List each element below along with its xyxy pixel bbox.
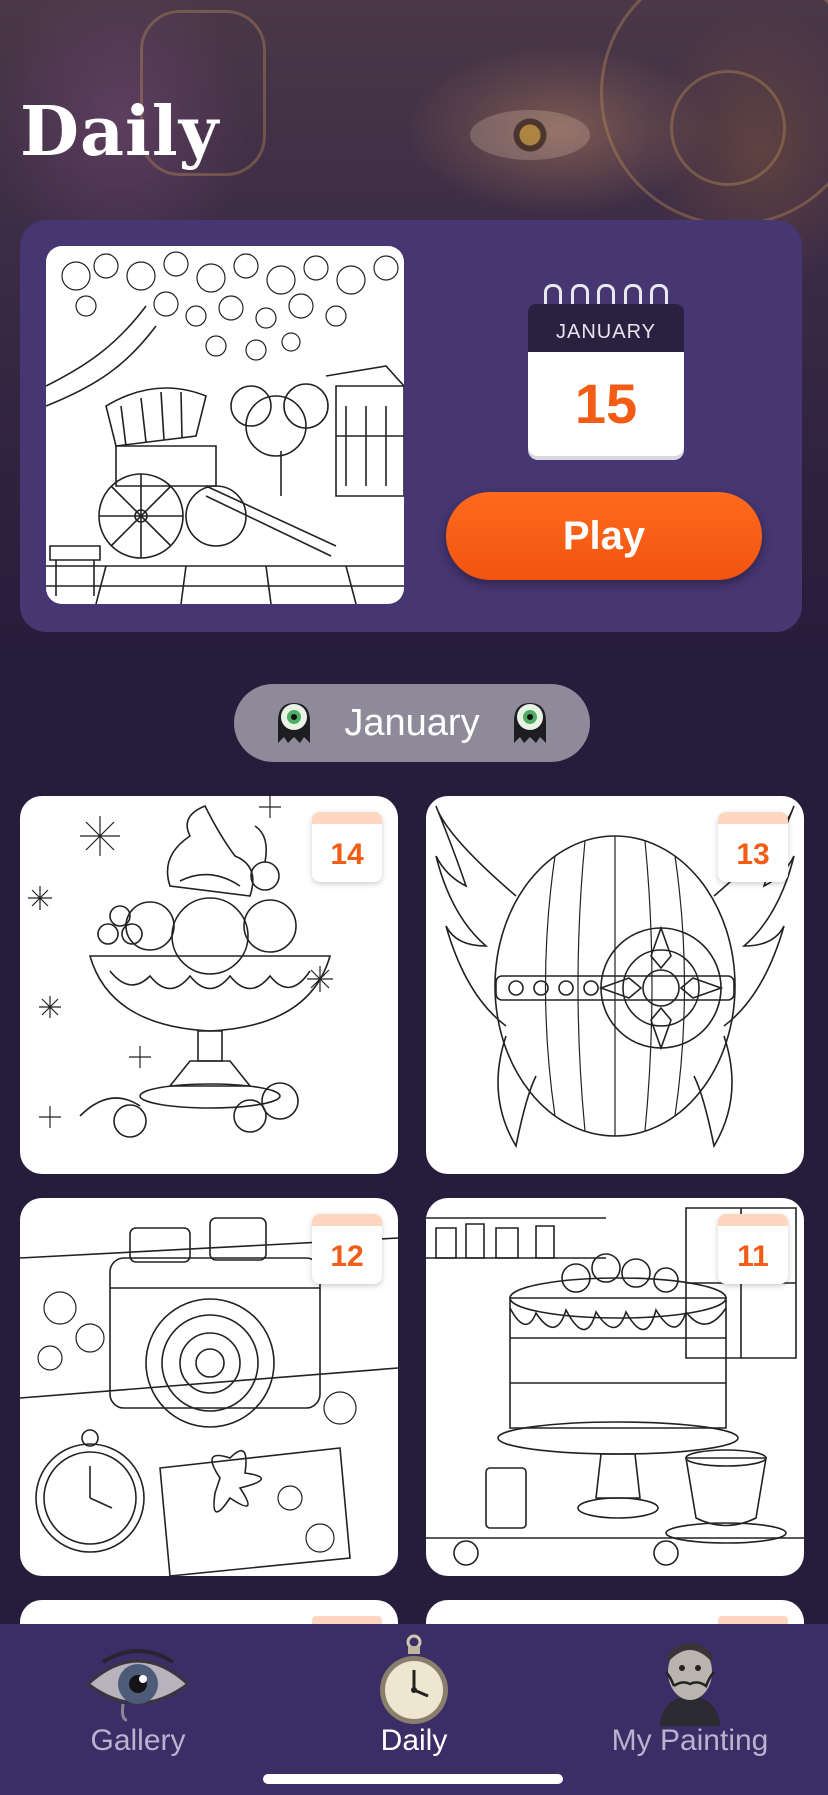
date-badge: 13 bbox=[718, 812, 788, 882]
tab-my-painting[interactable]: My Painting bbox=[552, 1624, 828, 1795]
eyeball-icon bbox=[274, 699, 314, 747]
eye-icon bbox=[83, 1642, 193, 1727]
portrait-icon bbox=[652, 1636, 728, 1731]
pocket-watch-icon bbox=[374, 1634, 454, 1731]
date-badge: 12 bbox=[312, 1214, 382, 1284]
daily-tile-11[interactable]: 11 bbox=[426, 1198, 804, 1576]
calendar-month: JANUARY bbox=[528, 304, 684, 352]
daily-tile-13[interactable]: 13 bbox=[426, 796, 804, 1174]
tab-label: My Painting bbox=[611, 1724, 769, 1757]
page-title: Daily bbox=[20, 92, 220, 172]
tab-label: Daily bbox=[380, 1724, 448, 1757]
bottom-tab-bar: Gallery Daily My Painting bbox=[0, 1624, 828, 1795]
eyeball-icon bbox=[510, 699, 550, 747]
tab-daily[interactable]: Daily bbox=[276, 1624, 552, 1795]
daily-tile-12[interactable]: 12 bbox=[20, 1198, 398, 1576]
month-selector[interactable]: January bbox=[234, 684, 590, 762]
calendar-day: 15 bbox=[528, 352, 684, 456]
home-indicator bbox=[263, 1774, 563, 1784]
calendar-widget: JANUARY 15 bbox=[528, 284, 684, 458]
tab-gallery[interactable]: Gallery bbox=[0, 1624, 276, 1795]
month-label: January bbox=[344, 701, 480, 744]
featured-card: JANUARY 15 Play bbox=[20, 220, 802, 632]
play-button[interactable]: Play bbox=[446, 492, 762, 580]
date-badge: 11 bbox=[718, 1214, 788, 1284]
date-badge: 14 bbox=[312, 812, 382, 882]
featured-artwork[interactable] bbox=[46, 246, 404, 604]
daily-tile-14[interactable]: 14 bbox=[20, 796, 398, 1174]
tab-label: Gallery bbox=[90, 1724, 186, 1757]
